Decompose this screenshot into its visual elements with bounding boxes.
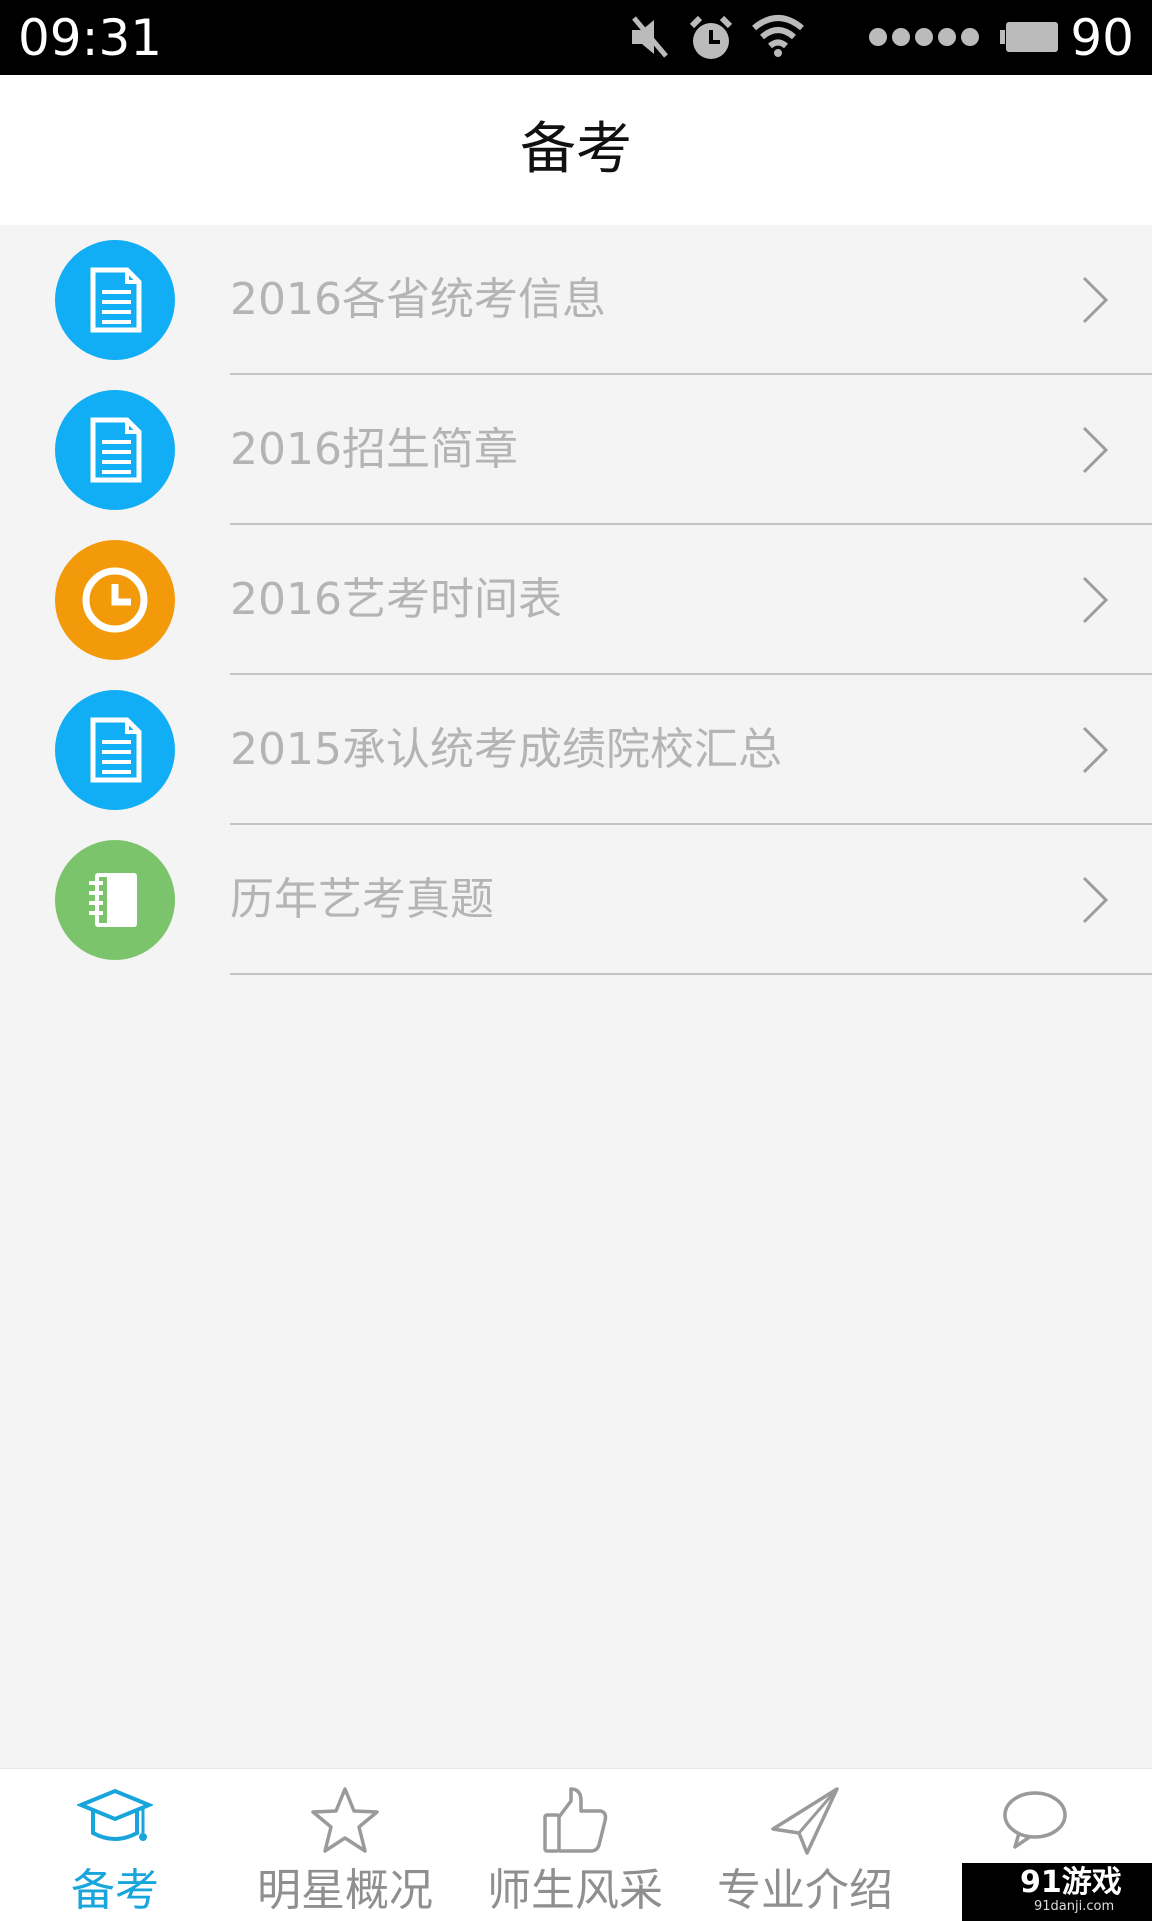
tab-zhuanye[interactable]: 专业介绍	[690, 1769, 920, 1921]
document-icon	[55, 690, 175, 810]
tab-label: 师生风采	[487, 1865, 663, 1916]
chevron-right-icon	[1080, 725, 1110, 779]
alarm-icon	[686, 14, 736, 66]
list-item-label: 2016各省统考信息	[230, 274, 606, 325]
tab-label: 专业介绍	[717, 1865, 893, 1916]
signal-dots-icon	[868, 22, 980, 56]
document-icon	[55, 240, 175, 360]
chevron-right-icon	[1080, 875, 1110, 929]
chevron-right-icon	[1080, 575, 1110, 629]
mute-icon	[628, 14, 672, 64]
page-title: 备考	[520, 117, 632, 182]
chevron-right-icon	[1080, 275, 1110, 329]
battery-level: 90	[1070, 9, 1134, 67]
notebook-icon	[55, 840, 175, 960]
tab-label: 明星概况	[257, 1865, 433, 1916]
list-item-label: 2016艺考时间表	[230, 574, 562, 625]
chat-bubble-icon	[997, 1783, 1073, 1859]
divider	[230, 973, 1152, 975]
watermark-main: 91游戏	[1020, 1865, 1122, 1900]
wifi-icon	[752, 14, 804, 62]
thumbs-up-icon	[537, 1783, 613, 1859]
clock-icon	[55, 540, 175, 660]
tab-label: 备考	[71, 1865, 159, 1916]
tab-shisheng[interactable]: 师生风采	[460, 1769, 690, 1921]
chevron-right-icon	[1080, 425, 1110, 479]
battery-icon	[1000, 20, 1060, 58]
tab-mingxing[interactable]: 明星概况	[230, 1769, 460, 1921]
status-bar: 09:31 90	[0, 0, 1152, 75]
list-item-label: 历年艺考真题	[230, 874, 494, 925]
paper-plane-icon	[767, 1783, 843, 1859]
list-item[interactable]: 2016招生简章	[0, 375, 1152, 525]
list-item-label: 2016招生简章	[230, 424, 518, 475]
status-time: 09:31	[18, 9, 163, 67]
graduation-cap-icon	[75, 1783, 155, 1859]
list-item-label: 2015承认统考成绩院校汇总	[230, 724, 782, 775]
list-item[interactable]: 历年艺考真题	[0, 825, 1152, 975]
watermark-sub: 91danji.com	[1034, 1899, 1115, 1914]
list-item[interactable]: 2016艺考时间表	[0, 525, 1152, 675]
watermark-logo: 91游戏 91danji.com	[962, 1863, 1152, 1921]
menu-list: 2016各省统考信息 2016招生简章 2016艺考时间表 2015承认统考成绩…	[0, 225, 1152, 975]
list-item[interactable]: 2016各省统考信息	[0, 225, 1152, 375]
list-item[interactable]: 2015承认统考成绩院校汇总	[0, 675, 1152, 825]
header: 备考	[0, 75, 1152, 225]
star-icon	[307, 1783, 383, 1859]
document-icon	[55, 390, 175, 510]
bottom-tab-bar: 备考 明星概况 师生风采 专业介绍 91游戏 91danji.com	[0, 1768, 1152, 1921]
tab-beikao[interactable]: 备考	[0, 1769, 230, 1921]
